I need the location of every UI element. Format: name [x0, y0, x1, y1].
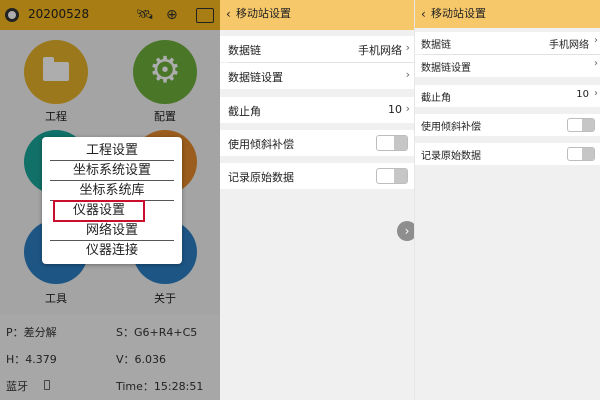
elevation-mask-label: 截止角	[228, 105, 261, 118]
tilt-compensation-label: 使用倾斜补偿	[421, 122, 481, 133]
rover-settings-header: ‹ 移动站设置	[415, 0, 600, 28]
record-raw-row: 记录原始数据	[220, 163, 414, 189]
elevation-mask-row[interactable]: 截止角 10 ›	[415, 85, 600, 107]
menu-item-project-settings[interactable]: 工程设置	[50, 141, 174, 161]
tilt-compensation-toggle[interactable]	[567, 118, 595, 132]
page-title: 移动站设置	[236, 7, 291, 20]
data-link-label: 数据链	[421, 40, 451, 51]
record-raw-label: 记录原始数据	[228, 171, 294, 184]
elevation-mask-row[interactable]: 截止角 10 ›	[220, 97, 414, 123]
record-raw-row: 记录原始数据	[415, 143, 600, 165]
elevation-mask-value: 10	[388, 103, 402, 116]
chevron-right-icon: ›	[594, 35, 598, 46]
chevron-right-icon: ›	[405, 102, 410, 115]
tilt-compensation-toggle[interactable]	[376, 135, 408, 151]
elevation-mask-value: 10	[576, 89, 589, 100]
chevron-right-icon: ›	[405, 41, 410, 54]
tilt-compensation-row: 使用倾斜补偿	[415, 114, 600, 136]
data-link-row[interactable]: 数据链 手机网络 ›	[220, 36, 414, 62]
data-link-row[interactable]: 数据链 手机网络 ›	[415, 32, 600, 54]
back-icon[interactable]: ‹	[226, 7, 231, 21]
menu-item-coord-settings[interactable]: 坐标系统设置	[50, 161, 174, 181]
data-link-setup-label: 数据链设置	[421, 63, 471, 74]
chevron-right-icon: ›	[594, 58, 598, 69]
page-title: 移动站设置	[431, 7, 486, 20]
tilt-compensation-row: 使用倾斜补偿	[220, 130, 414, 156]
back-icon[interactable]: ‹	[421, 7, 426, 21]
menu-item-instrument-connect[interactable]: 仪器连接	[50, 241, 174, 261]
chevron-right-icon: ›	[594, 88, 598, 99]
data-link-value: 手机网络	[358, 44, 402, 57]
data-link-value: 手机网络	[549, 40, 589, 51]
data-link-setup-row[interactable]: 数据链设置 ›	[220, 63, 414, 89]
rover-settings-screen-copy: ‹ 移动站设置 数据链 手机网络 › 数据链设置 › 截止角 10 › 使用倾斜…	[414, 0, 600, 400]
record-raw-toggle[interactable]	[567, 147, 595, 161]
data-link-setup-row[interactable]: 数据链设置 ›	[415, 55, 600, 77]
record-raw-toggle[interactable]	[376, 168, 408, 184]
menu-item-coord-library[interactable]: 坐标系统库	[50, 181, 174, 201]
rover-settings-screen: ‹ 移动站设置 数据链 手机网络 › 数据链设置 › 截止角 10 › 使用倾斜…	[220, 0, 414, 400]
rover-settings-header: ‹ 移动站设置	[220, 0, 414, 30]
project-menu-popup: 工程设置 坐标系统设置 坐标系统库 仪器设置 网络设置 仪器连接	[42, 137, 182, 264]
chevron-right-icon: ›	[405, 68, 410, 81]
data-link-setup-label: 数据链设置	[228, 71, 283, 84]
record-raw-label: 记录原始数据	[421, 151, 481, 162]
menu-item-network-settings[interactable]: 网络设置	[50, 221, 174, 241]
tilt-compensation-label: 使用倾斜补偿	[228, 138, 294, 151]
home-screen: 20200528 🛰 ⊕ 工程 ⚙ 配置 工具 关于 P：差分解 S：G6+R4…	[0, 0, 220, 400]
elevation-mask-label: 截止角	[421, 93, 451, 104]
data-link-label: 数据链	[228, 44, 261, 57]
menu-item-instrument-settings[interactable]: 仪器设置	[53, 200, 145, 222]
